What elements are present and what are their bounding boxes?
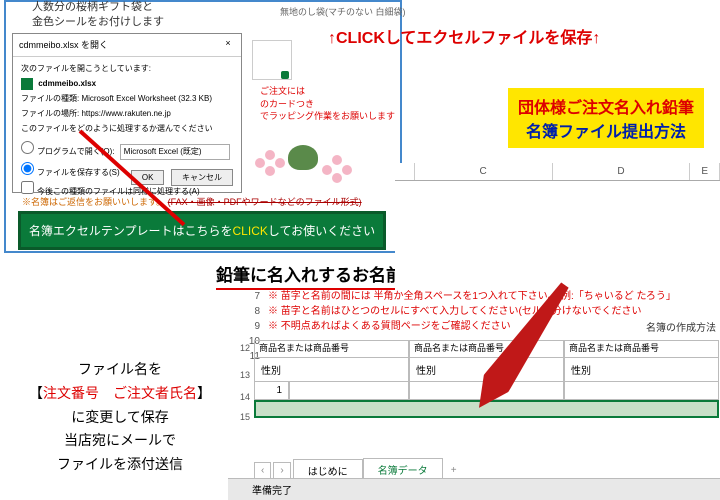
green-download-bar[interactable]: 名簿エクセルテンプレートはこちらをCLICKしてお使いください — [18, 211, 386, 250]
note-7: ※ 苗字と名前の間には 半角か全角スペースを1つ入れて下さい。(例:「ちゃいるど… — [268, 289, 676, 304]
gender-cell-2[interactable]: 性別 — [409, 358, 564, 382]
dialog-filetype: ファイルの種類: Microsoft Excel Worksheet (32.3… — [21, 93, 233, 105]
right-side-note: 名簿の作成方法 — [646, 319, 716, 334]
dialog-action-q: このファイルをどのように処理するか選んでください — [21, 123, 233, 135]
illustration-area: ご注文には のカードつき でラッピング作業をお願いします — [250, 50, 400, 200]
illust-line3: でラッピング作業をお願いします — [260, 110, 395, 123]
yellow-line1: 団体様ご注文名入れ鉛筆 — [518, 94, 694, 118]
col-blank — [395, 163, 415, 180]
gender-cell-1[interactable]: 性別 — [254, 358, 409, 382]
active-row-15[interactable] — [254, 400, 719, 418]
note-9: ※ 不明点あればよくある質問ページをご確認ください — [268, 319, 511, 334]
top-promo-text: 人数分の桜柄ギフト袋と 金色シールをお付けします — [32, 0, 164, 31]
top-small-text: 無地のし袋(マチのない 白細袋) — [280, 5, 406, 18]
tab-prev[interactable]: ‹ — [254, 462, 271, 479]
pdf-note-row: ※名簿はご返信をお願いいします。 (FAX・画像・PDFやワードなどのファイル形… — [22, 195, 362, 208]
dialog-location: ファイルの場所: https://www.rakuten.ne.jp — [21, 108, 233, 120]
instr-line3: に変更して保存 — [20, 406, 220, 430]
instr-line4: 当店宛にメールで — [20, 429, 220, 453]
cell-14-1[interactable]: 1 — [254, 382, 289, 400]
illust-line2: のカードつき — [260, 98, 395, 111]
instr-line2: 【注文番号 ご注文者氏名】 — [20, 382, 220, 406]
col-c-header: C — [415, 163, 553, 180]
left-instructions: ファイル名を 【注文番号 ご注文者氏名】 に変更して保存 当店宛にメールで ファ… — [20, 358, 220, 477]
yellow-title-box: 団体様ご注文名入れ鉛筆 名簿ファイル提出方法 — [508, 88, 704, 148]
flower-right-icon — [320, 155, 360, 185]
header-cell-2: 商品名または商品番号 — [409, 340, 564, 358]
promo-line2: 金色シールをお付けします — [32, 15, 164, 30]
illust-line1: ご注文には — [260, 85, 395, 98]
tab-add[interactable]: + — [443, 462, 465, 479]
header-cell-1: 商品名または商品番号 — [254, 340, 409, 358]
cancel-button[interactable]: キャンセル — [171, 169, 233, 186]
col-e-header: E — [690, 163, 720, 180]
promo-line1: 人数分の桜柄ギフト袋と — [32, 0, 164, 15]
gender-cell-3[interactable]: 性別 — [564, 358, 719, 382]
strikethrough-text: (FAX・画像・PDFやワードなどのファイル形式) — [168, 197, 362, 207]
status-bar: 準備完了 — [228, 478, 720, 500]
dialog-filename: cdmmeibo.xlsx — [38, 79, 96, 88]
open-with-radio[interactable]: プログラムで開く(O): Microsoft Excel (既定) — [21, 141, 233, 160]
close-icon[interactable]: × — [221, 38, 235, 52]
instr-line5: ファイルを添付送信 — [20, 453, 220, 477]
bird-icon — [288, 145, 318, 170]
excel-icon — [21, 78, 33, 90]
instr-line1: ファイル名を — [20, 358, 220, 382]
dialog-title-text: cdmmeibo.xlsx を開く — [19, 38, 108, 52]
tab-next[interactable]: › — [273, 462, 290, 479]
header-cell-3: 商品名または商品番号 — [564, 340, 719, 358]
click-save-banner: ↑CLICKしてエクセルファイルを保存↑ — [328, 24, 600, 48]
open-with-select[interactable]: Microsoft Excel (既定) — [120, 144, 230, 160]
flower-left-icon — [255, 150, 290, 180]
file-open-dialog: cdmmeibo.xlsx を開く × 次のファイルを開こうとしています: cd… — [12, 33, 242, 193]
spreadsheet-lower: 12 商品名または商品番号 商品名または商品番号 商品名または商品番号 13 性… — [228, 340, 720, 418]
col-d-header: D — [553, 163, 691, 180]
note-8: ※ 苗字と名前はひとつのセルにすべて入力してください(セルを分けないでください — [268, 304, 642, 319]
dialog-prompt: 次のファイルを開こうとしています: — [21, 63, 233, 75]
ok-button[interactable]: OK — [131, 170, 165, 185]
yellow-line2: 名簿ファイル提出方法 — [518, 118, 694, 142]
